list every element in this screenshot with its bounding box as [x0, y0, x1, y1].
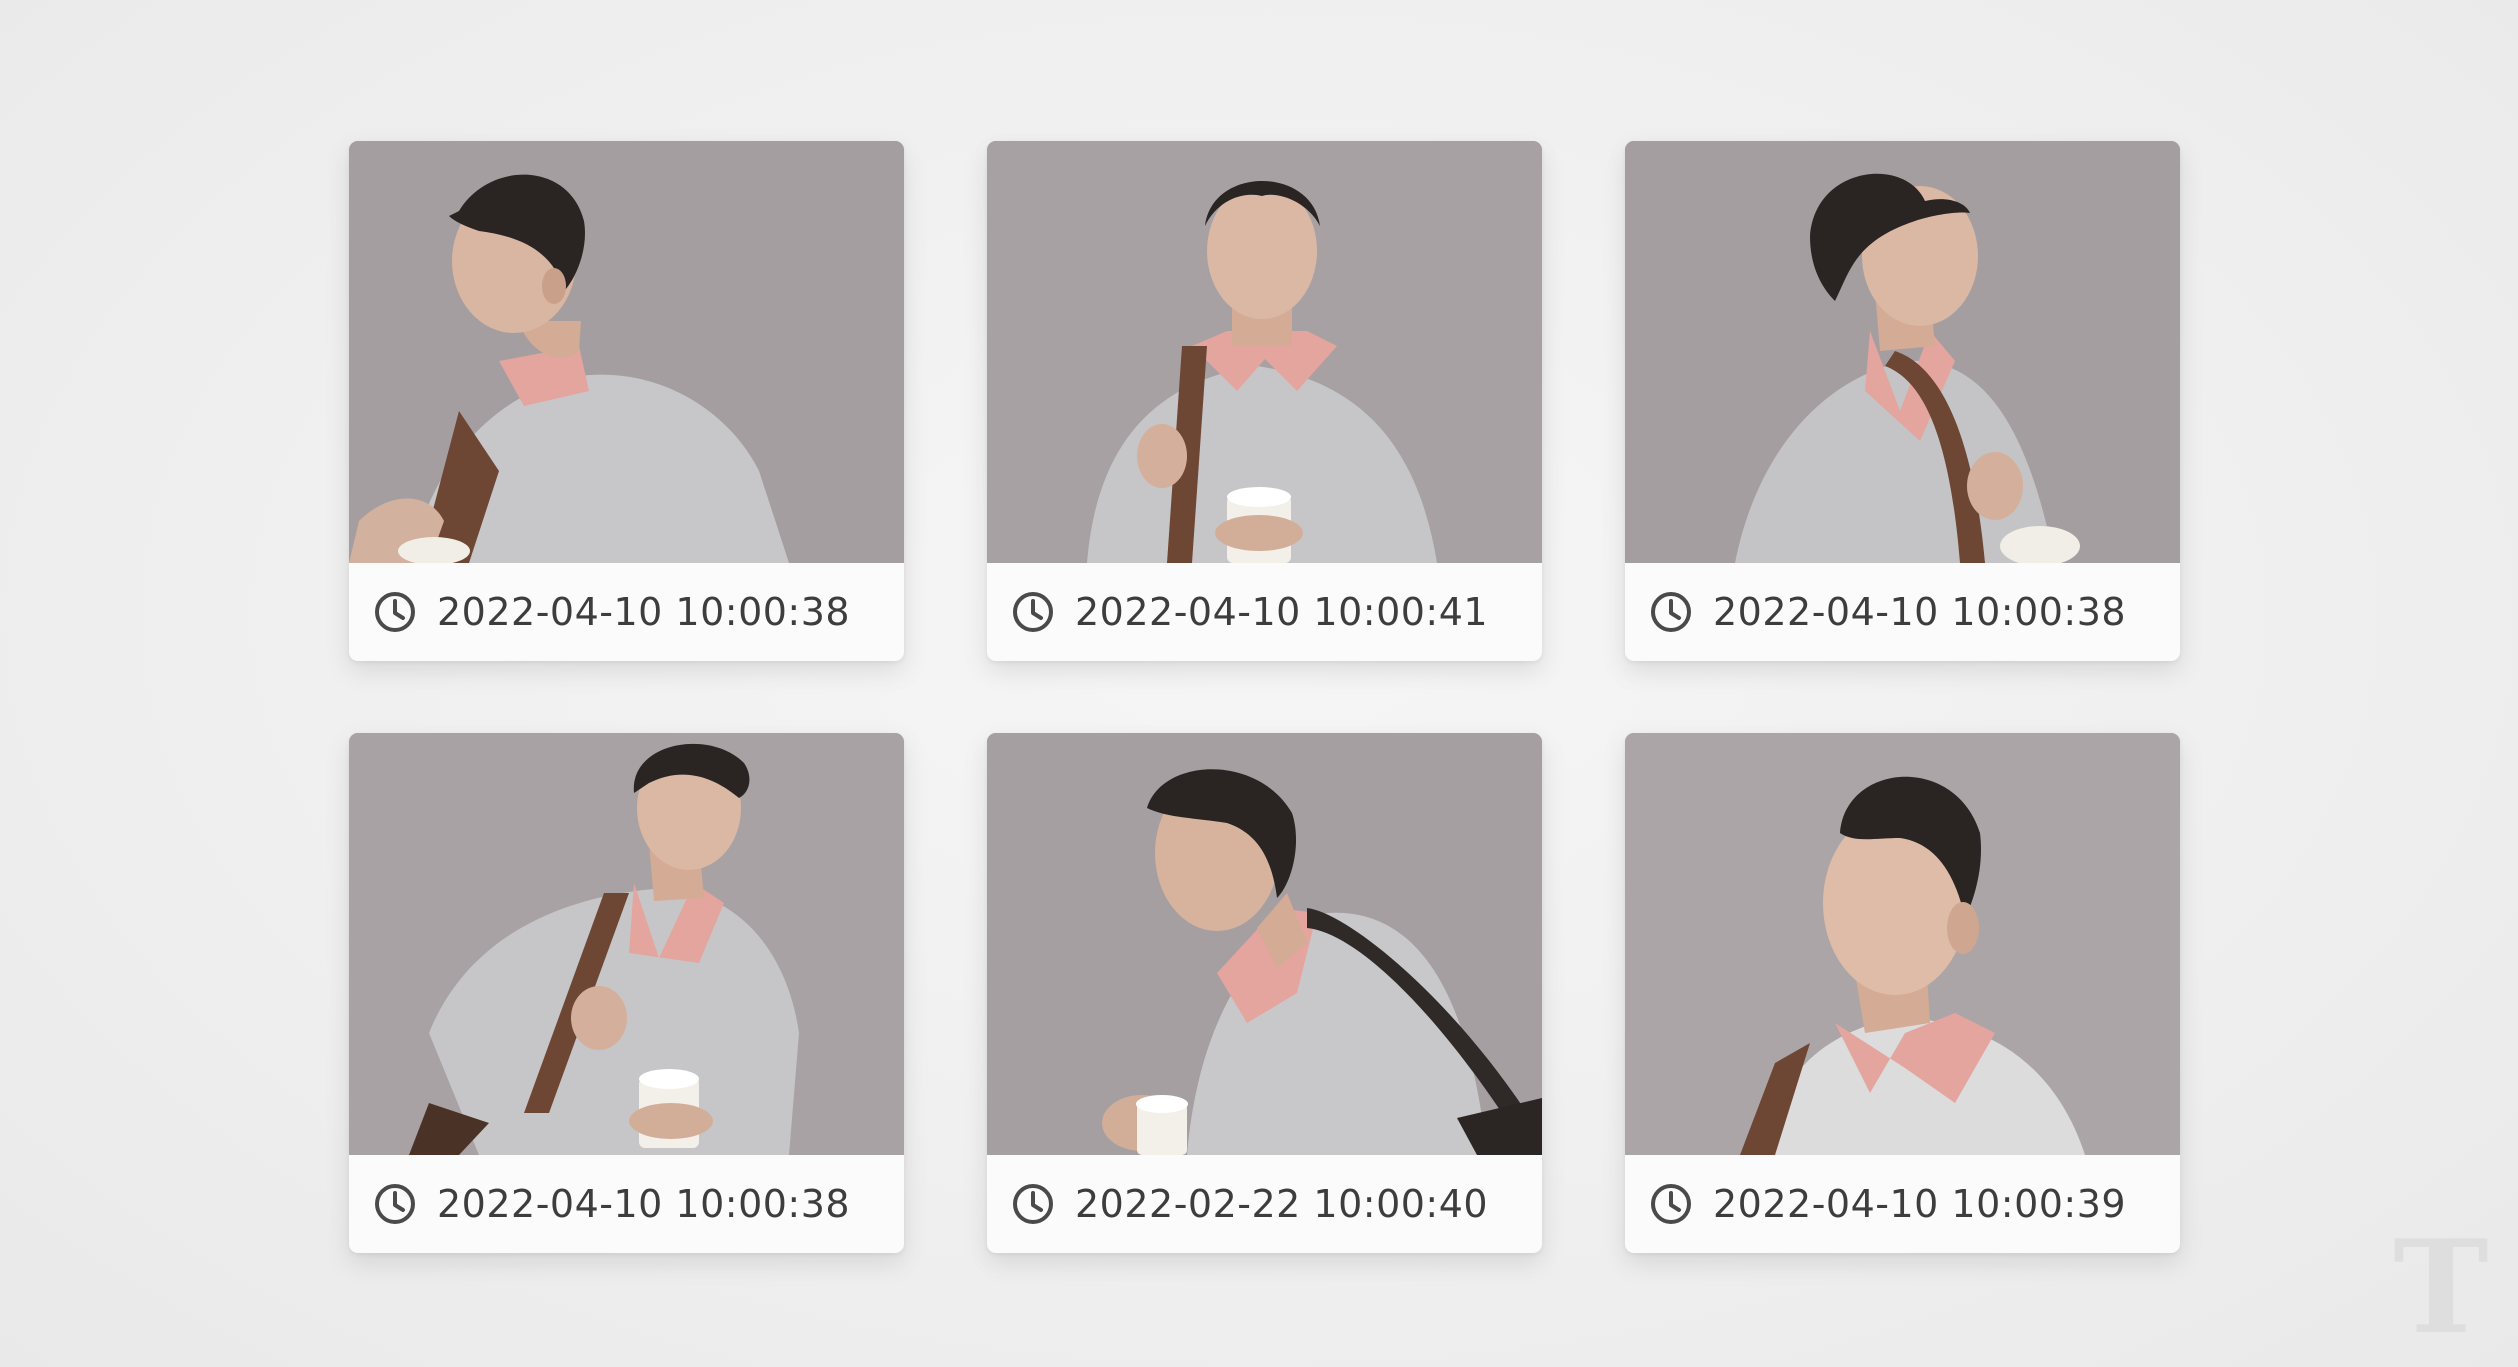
photo-card[interactable]: 2022-04-10 10:00:38	[1625, 141, 2180, 661]
timestamp-text: 2022-04-10 10:00:38	[437, 590, 851, 634]
clock-icon	[1649, 1182, 1693, 1226]
logo-glyph: T	[2393, 1213, 2489, 1363]
photo-card[interactable]: 2022-04-10 10:00:41	[987, 141, 1542, 661]
clock-icon	[373, 1182, 417, 1226]
timestamp-row: 2022-04-10 10:00:38	[1625, 563, 2180, 661]
timestamp-text: 2022-02-22 10:00:40	[1075, 1182, 1489, 1226]
photo-thumbnail[interactable]	[349, 733, 904, 1155]
person-photo	[349, 733, 904, 1155]
timestamp-text: 2022-04-10 10:00:41	[1075, 590, 1489, 634]
timestamp-row: 2022-04-10 10:00:41	[987, 563, 1542, 661]
timestamp-text: 2022-04-10 10:00:38	[1713, 590, 2127, 634]
timestamp-row: 2022-04-10 10:00:38	[349, 563, 904, 661]
person-photo	[987, 733, 1542, 1155]
person-photo	[987, 141, 1542, 563]
timestamp-row: 2022-02-22 10:00:40	[987, 1155, 1542, 1253]
timestamp-text: 2022-04-10 10:00:38	[437, 1182, 851, 1226]
clock-icon	[373, 590, 417, 634]
person-photo	[349, 141, 904, 563]
photo-card[interactable]: 2022-04-10 10:00:39	[1625, 733, 2180, 1253]
person-photo	[1625, 141, 2180, 563]
photo-card[interactable]: 2022-02-22 10:00:40	[987, 733, 1542, 1253]
photo-thumbnail[interactable]	[987, 141, 1542, 563]
photo-card[interactable]: 2022-04-10 10:00:38	[349, 733, 904, 1253]
photo-thumbnail[interactable]	[987, 733, 1542, 1155]
person-photo	[1625, 733, 2180, 1155]
timestamp-row: 2022-04-10 10:00:38	[349, 1155, 904, 1253]
clock-icon	[1011, 1182, 1055, 1226]
photo-card[interactable]: 2022-04-10 10:00:38	[349, 141, 904, 661]
clock-icon	[1011, 590, 1055, 634]
photo-thumbnail[interactable]	[1625, 733, 2180, 1155]
publication-logo: T	[2386, 1223, 2496, 1353]
photo-thumbnail[interactable]	[1625, 141, 2180, 563]
timestamp-row: 2022-04-10 10:00:39	[1625, 1155, 2180, 1253]
clock-icon	[1649, 590, 1693, 634]
photo-grid: 2022-04-10 10:00:38 2022-04-10 10:00:41 …	[349, 141, 2181, 1253]
photo-thumbnail[interactable]	[349, 141, 904, 563]
timestamp-text: 2022-04-10 10:00:39	[1713, 1182, 2127, 1226]
